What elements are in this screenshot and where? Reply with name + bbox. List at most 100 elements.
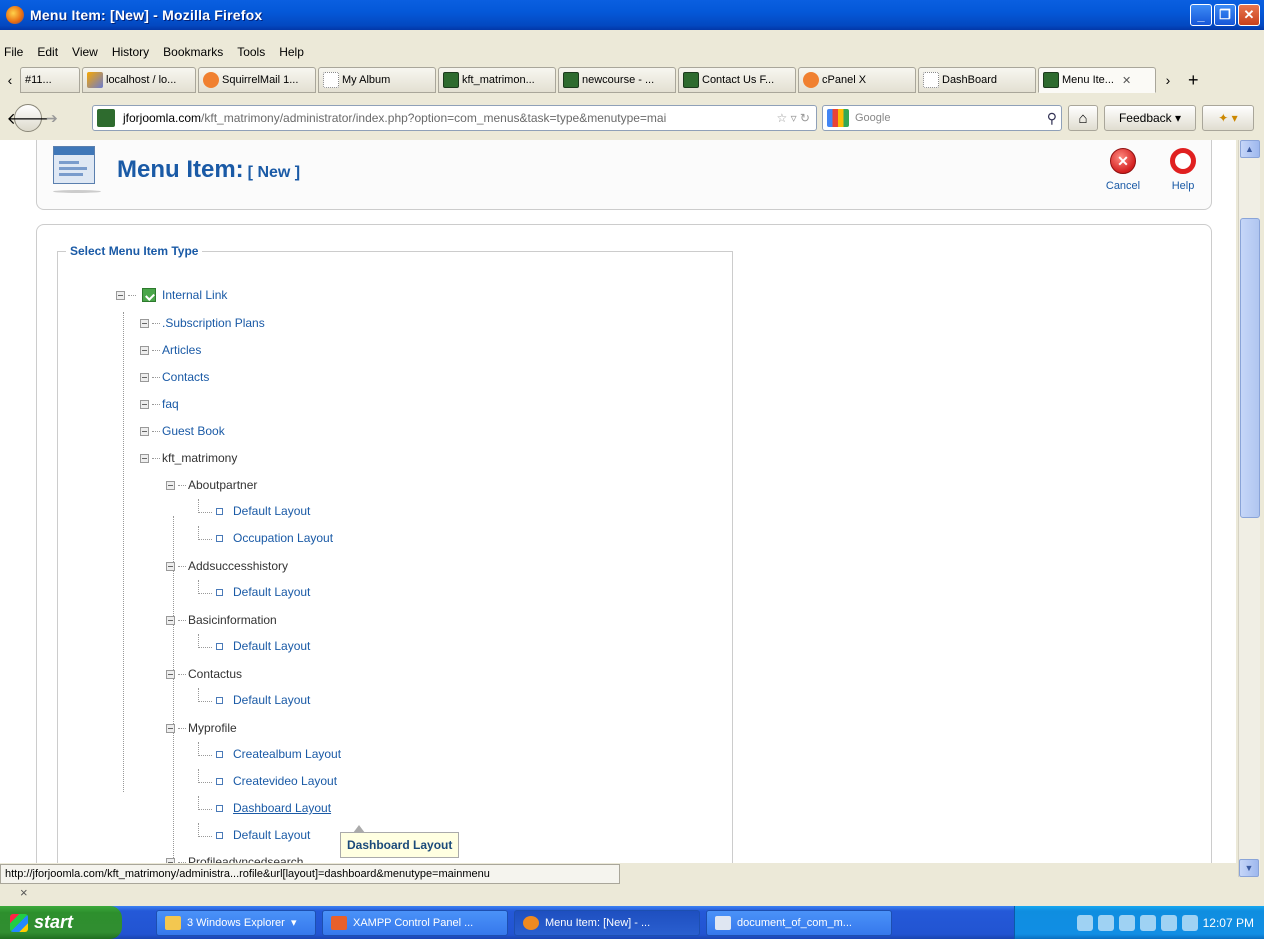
tree-node-group[interactable]: Basicinformation — [166, 613, 277, 627]
tree-node[interactable]: Articles — [140, 343, 201, 357]
feedback-button[interactable]: Feedback ▾ — [1104, 105, 1196, 131]
collapse-icon[interactable] — [166, 857, 175, 863]
vertical-scrollbar[interactable]: ▲ ▼ — [1238, 140, 1260, 877]
tree-leaf[interactable]: Default Layout — [198, 634, 310, 653]
close-button[interactable]: ✕ — [1238, 4, 1260, 26]
collapse-icon[interactable] — [140, 453, 149, 463]
xampp-tray-icon[interactable] — [1139, 914, 1156, 931]
tree-leaf-hovered[interactable]: Dashboard Layout — [198, 796, 331, 815]
tab-scroll-right-icon[interactable]: › — [1158, 72, 1178, 88]
menu-tools[interactable]: Tools — [230, 45, 272, 59]
tree-node-internal-link[interactable]: Internal Link — [116, 288, 227, 302]
home-button[interactable]: ⌂ — [1068, 105, 1098, 131]
tree-node-group[interactable]: Aboutpartner — [166, 478, 257, 492]
tab[interactable]: newcourse - ... — [558, 67, 676, 93]
forward-button[interactable]: ➔ — [46, 110, 58, 127]
tab-label: My Album — [342, 74, 391, 86]
scroll-up-icon[interactable]: ▲ — [1239, 140, 1260, 158]
update-tray-icon[interactable] — [1181, 914, 1198, 931]
arrow-tray-icon[interactable] — [1118, 914, 1135, 931]
menu-history[interactable]: History — [105, 45, 156, 59]
tree-leaf[interactable]: Default Layout — [198, 823, 311, 842]
tab[interactable]: DashBoard — [918, 67, 1036, 93]
extension-button[interactable]: ✦ ▾ — [1202, 105, 1254, 131]
collapse-icon[interactable] — [140, 399, 149, 409]
tree-node[interactable]: Contacts — [140, 370, 209, 384]
collapse-icon[interactable] — [140, 345, 149, 355]
monitor-tray-icon[interactable] — [1160, 914, 1177, 931]
taskbar-item-active[interactable]: Menu Item: [New] - ... — [514, 909, 700, 936]
tree-node-group[interactable]: Contactus — [166, 667, 242, 681]
collapse-icon[interactable] — [166, 669, 175, 679]
tree-node-group[interactable]: Addsuccesshistory — [166, 559, 288, 573]
tree-leaf[interactable]: Default Layout — [198, 499, 310, 518]
tree-leaf[interactable]: Occupation Layout — [198, 526, 333, 545]
tree-leaf[interactable]: Default Layout — [198, 580, 310, 599]
tree-node-group[interactable]: Profileadvncedsearch — [166, 855, 303, 863]
scrollbar-thumb[interactable] — [1240, 218, 1260, 518]
scroll-down-icon[interactable]: ▼ — [1239, 859, 1259, 877]
help-button[interactable]: Help — [1155, 148, 1211, 192]
tree-leaf-label: Default Layout — [233, 828, 311, 842]
tree-node[interactable]: .Subscription Plans — [140, 316, 265, 330]
tree-node-kft-matrimony[interactable]: kft_matrimony — [140, 451, 237, 465]
tree-node[interactable]: Guest Book — [140, 424, 225, 438]
tab[interactable]: kft_matrimon... — [438, 67, 556, 93]
menu-view[interactable]: View — [65, 45, 105, 59]
collapse-icon[interactable] — [166, 561, 175, 571]
collapse-icon[interactable] — [140, 318, 149, 328]
tree-node[interactable]: faq — [140, 397, 179, 411]
collapse-icon[interactable] — [166, 723, 175, 733]
bookmark-star-icon[interactable]: ☆ ▿ ↻ — [776, 111, 810, 125]
tab[interactable]: localhost / lo... — [82, 67, 196, 93]
menu-edit[interactable]: Edit — [30, 45, 65, 59]
maximize-button[interactable]: ❐ — [1214, 4, 1236, 26]
menu-file[interactable]: File — [0, 45, 30, 59]
tab-close-icon[interactable]: ✕ — [1122, 74, 1131, 87]
leaf-icon — [216, 777, 223, 785]
collapse-icon[interactable] — [140, 426, 149, 436]
menu-help[interactable]: Help — [272, 45, 311, 59]
new-tab-icon[interactable]: + — [1188, 70, 1199, 91]
url-bar[interactable]: jforjoomla.com/kft_matrimony/administrat… — [92, 105, 817, 131]
tab[interactable]: My Album — [318, 67, 436, 93]
collapse-icon[interactable] — [166, 615, 175, 625]
menu-bookmarks[interactable]: Bookmarks — [156, 45, 230, 59]
folder-icon — [165, 915, 181, 930]
back-button[interactable]: 🡐 — [7, 104, 49, 132]
tab-label: Menu Ite... — [1062, 74, 1114, 86]
minimize-button[interactable]: _ — [1190, 4, 1212, 26]
collapse-icon[interactable] — [140, 372, 149, 382]
tab[interactable]: Contact Us F... — [678, 67, 796, 93]
taskbar-item-label: XAMPP Control Panel ... — [353, 916, 474, 929]
help-tray-icon[interactable] — [1076, 914, 1093, 931]
network-tray-icon[interactable] — [1097, 914, 1114, 931]
taskbar-item[interactable]: XAMPP Control Panel ... — [322, 909, 508, 936]
addon-bar-close[interactable]: × — [0, 884, 1264, 904]
dashboard-layout-link[interactable]: Dashboard Layout — [233, 801, 331, 815]
tree-node-group[interactable]: Myprofile — [166, 721, 237, 735]
collapse-icon[interactable] — [116, 290, 125, 300]
tab-active[interactable]: Menu Ite... ✕ — [1038, 67, 1156, 93]
taskbar-item[interactable]: document_of_com_m... — [706, 909, 892, 936]
taskbar-item[interactable]: 3 Windows Explorer ▾ — [156, 909, 316, 936]
cancel-button[interactable]: ✕ Cancel — [1095, 148, 1151, 192]
phpmyadmin-icon — [87, 72, 103, 88]
main-panel: Select Menu Item Type Internal Link .Sub… — [36, 224, 1212, 863]
collapse-icon[interactable] — [166, 480, 175, 490]
windows-taskbar: start 3 Windows Explorer ▾ XAMPP Control… — [0, 906, 1264, 939]
tab[interactable]: cPanel X — [798, 67, 916, 93]
tree-leaf[interactable]: Createalbum Layout — [198, 742, 341, 761]
tab[interactable]: #11... — [20, 67, 80, 93]
tab[interactable]: SquirrelMail 1... — [198, 67, 316, 93]
start-button[interactable]: start — [0, 906, 122, 939]
search-bar[interactable]: Google ⚲ — [822, 105, 1062, 131]
search-icon[interactable]: ⚲ — [1047, 110, 1057, 127]
firefox-icon — [6, 6, 24, 24]
feedback-label: Feedback — [1118, 111, 1172, 125]
tree-node-label: kft_matrimony — [162, 451, 238, 465]
tree-leaf[interactable]: Createvideo Layout — [198, 769, 337, 788]
tab-scroll-left-icon[interactable]: ‹ — [0, 72, 20, 88]
menu-bar: File Edit View History Bookmarks Tools H… — [0, 41, 1264, 63]
tree-leaf[interactable]: Default Layout — [198, 688, 310, 707]
